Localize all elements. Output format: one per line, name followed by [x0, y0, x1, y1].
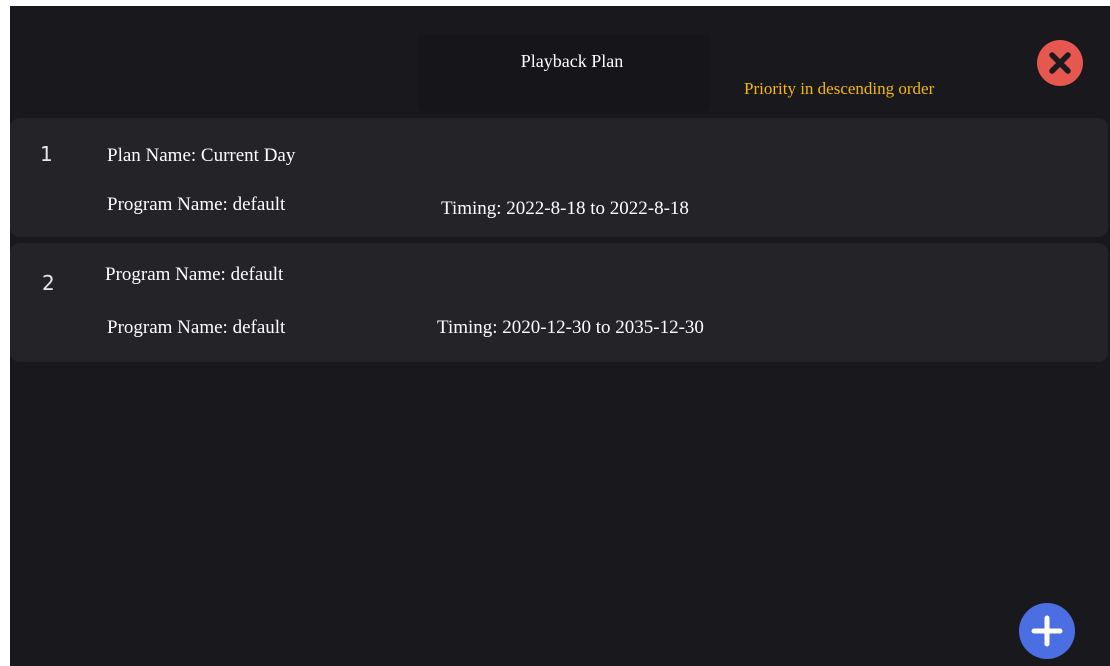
header-shade	[418, 34, 710, 112]
priority-note: Priority in descending order	[744, 79, 935, 98]
close-button[interactable]	[1037, 40, 1083, 86]
plan-index: 1	[40, 142, 53, 166]
plan-timing: Timing: 2022-8-18 to 2022-8-18	[441, 198, 689, 219]
add-plan-button[interactable]	[1019, 603, 1075, 659]
plan-name: Plan Name: Current Day	[107, 145, 296, 166]
plan-timing: Timing: 2020-12-30 to 2035-12-30	[437, 317, 704, 338]
playback-plan-screen: Playback Plan Priority in descending ord…	[10, 6, 1110, 666]
program-name: Program Name: default	[107, 317, 286, 338]
plus-icon	[1031, 615, 1063, 647]
plan-card[interactable]: 2 Program Name: default Program Name: de…	[10, 243, 1108, 362]
plan-index: 2	[42, 271, 55, 295]
plan-list: 1 Plan Name: Current Day Program Name: d…	[10, 118, 1108, 368]
close-icon	[1049, 52, 1071, 74]
page-title: Playback Plan	[520, 51, 624, 71]
plan-card[interactable]: 1 Plan Name: Current Day Program Name: d…	[10, 118, 1108, 237]
plan-name: Program Name: default	[105, 264, 284, 285]
program-name: Program Name: default	[107, 194, 286, 215]
